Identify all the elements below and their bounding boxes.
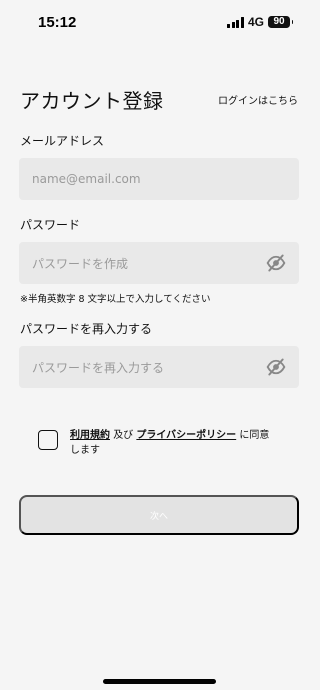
next-button[interactable]: 次へ	[19, 495, 299, 535]
agreement-row: 利用規約 及び プライバシーポリシー に同意します	[38, 428, 278, 458]
password-hint: ※半角英数字 8 文字以上で入力してください	[20, 294, 211, 305]
email-placeholder: name@email.com	[32, 172, 141, 186]
network-type: 4G	[247, 15, 264, 29]
page-title: アカウント登録	[20, 89, 164, 113]
eye-slash-icon[interactable]	[266, 357, 286, 377]
agreement-checkbox[interactable]	[38, 430, 58, 450]
password-confirm-field[interactable]: パスワードを再入力する	[19, 346, 299, 388]
password-placeholder: パスワードを作成	[32, 256, 129, 271]
password-confirm-label: パスワードを再入力する	[20, 322, 153, 336]
terms-link[interactable]: 利用規約	[70, 430, 110, 441]
email-label: メールアドレス	[20, 134, 105, 148]
status-bar: 15:12 4G 90	[0, 0, 318, 44]
email-field[interactable]: name@email.com	[19, 158, 299, 200]
conjunction-text: 及び	[113, 430, 134, 441]
status-time: 15:12	[38, 14, 77, 31]
battery-icon: 90	[268, 16, 293, 28]
login-link[interactable]: ログインはこちら	[218, 92, 298, 107]
next-button-label: 次へ	[149, 510, 168, 521]
signal-icon	[227, 16, 244, 28]
password-field[interactable]: パスワードを作成	[19, 242, 299, 284]
status-indicators: 4G 90	[227, 15, 293, 29]
privacy-policy-link[interactable]: プライバシーポリシー	[136, 430, 236, 441]
password-label: パスワード	[20, 218, 81, 232]
agreement-text: 利用規約 及び プライバシーポリシー に同意します	[70, 428, 278, 458]
password-confirm-placeholder: パスワードを再入力する	[32, 360, 165, 375]
home-indicator[interactable]	[103, 679, 216, 684]
eye-slash-icon[interactable]	[266, 253, 286, 273]
